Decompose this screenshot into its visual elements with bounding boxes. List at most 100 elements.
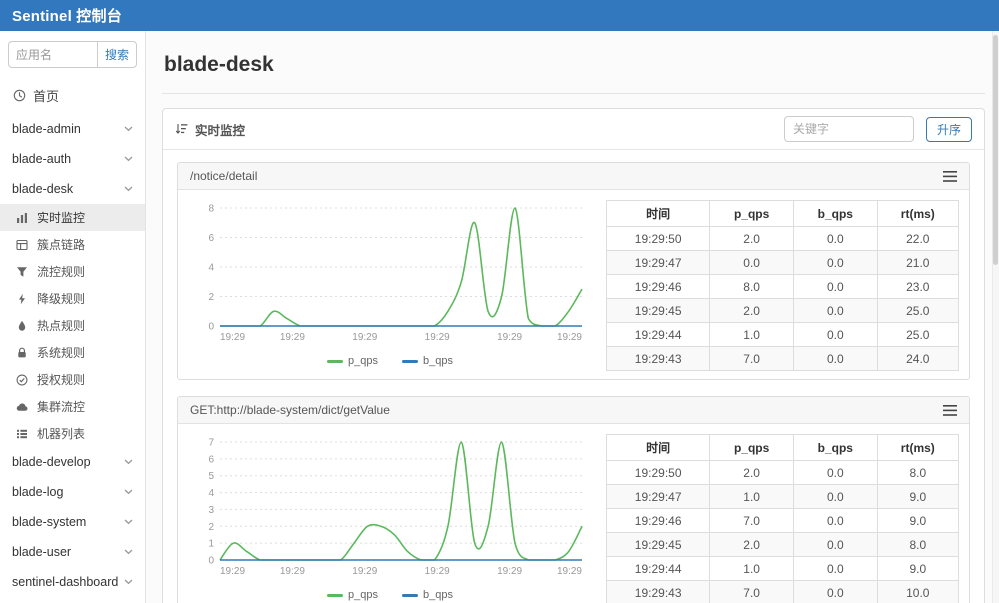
sidebar-submenu: 实时监控簇点链路流控规则降级规则热点规则系统规则授权规则集群流控机器列表 <box>0 204 145 447</box>
table-cell: 0.0 <box>793 485 877 509</box>
scrollbar-thumb[interactable] <box>993 35 998 265</box>
svg-text:1: 1 <box>208 539 214 550</box>
table-cell: 0.0 <box>793 227 877 251</box>
hotspot-icon <box>15 320 29 332</box>
sidebar-item-系统规则[interactable]: 系统规则 <box>0 339 145 366</box>
svg-text:19:29: 19:29 <box>280 566 305 577</box>
table-cell: 0.0 <box>793 275 877 299</box>
sidebar-item-簇点链路[interactable]: 簇点链路 <box>0 231 145 258</box>
table-row: 19:29:467.00.09.0 <box>607 509 959 533</box>
legend-mark <box>327 360 343 363</box>
table-row: 19:29:441.00.025.0 <box>607 323 959 347</box>
sidebar-item-授权规则[interactable]: 授权规则 <box>0 366 145 393</box>
sidebar-app-blade-admin[interactable]: blade-admin <box>0 114 145 144</box>
app-search-group: 搜索 <box>8 41 137 68</box>
cloud-icon <box>15 401 29 413</box>
svg-text:19:29: 19:29 <box>557 566 582 577</box>
sidebar-item-降级规则[interactable]: 降级规则 <box>0 285 145 312</box>
monitor-panel-title: 实时监控 <box>195 120 245 139</box>
monitor-panel-body: /notice/detail0246819:2919:2919:2919:291… <box>163 150 984 603</box>
sidebar-app-blade-develop[interactable]: blade-develop <box>0 447 145 477</box>
table-cell: 19:29:47 <box>607 485 710 509</box>
app-title: Sentinel 控制台 <box>12 5 122 26</box>
sidebar-item-热点规则[interactable]: 热点规则 <box>0 312 145 339</box>
table-cell: 1.0 <box>710 557 794 581</box>
table-cell: 2.0 <box>710 299 794 323</box>
table-cell: 0.0 <box>793 299 877 323</box>
sidebar-app-label: blade-log <box>12 485 63 499</box>
resource-card-header: GET:http://blade-system/dict/getValue <box>178 397 969 424</box>
chevron-down-icon <box>124 519 133 525</box>
svg-text:2: 2 <box>208 292 214 303</box>
table-cell: 1.0 <box>710 485 794 509</box>
table-row: 19:29:452.00.025.0 <box>607 299 959 323</box>
table-cell: 10.0 <box>877 581 958 603</box>
sidebar-app-sentinel-dashboard[interactable]: sentinel-dashboard <box>0 567 145 597</box>
table-header-cell: rt(ms) <box>877 435 958 461</box>
title-divider <box>162 93 985 94</box>
sidebar-app-blade-auth[interactable]: blade-auth <box>0 144 145 174</box>
qps-chart-svg: 0246819:2919:2919:2919:2919:2919:29 <box>188 200 592 348</box>
table-cell: 21.0 <box>877 251 958 275</box>
menu-icon[interactable] <box>943 171 957 182</box>
scrollbar[interactable] <box>992 31 999 603</box>
chevron-down-icon <box>124 156 133 162</box>
sidebar-item-label: 集群流控 <box>37 398 85 415</box>
chevron-down-icon <box>124 126 133 132</box>
sidebar-app-blade-system[interactable]: blade-system <box>0 507 145 537</box>
app-search-input[interactable] <box>8 41 98 68</box>
svg-text:3: 3 <box>208 505 214 516</box>
svg-text:4: 4 <box>208 263 214 274</box>
keyword-input[interactable] <box>784 116 914 142</box>
svg-text:19:29: 19:29 <box>352 566 377 577</box>
svg-text:19:29: 19:29 <box>220 566 245 577</box>
legend-item-p_qps[interactable]: p_qps <box>327 355 378 367</box>
sidebar-item-集群流控[interactable]: 集群流控 <box>0 393 145 420</box>
sidebar-app-list: blade-admin blade-authblade-desk实时监控簇点链路流… <box>0 114 145 597</box>
legend-item-b_qps[interactable]: b_qps <box>402 355 453 367</box>
table-row: 19:29:470.00.021.0 <box>607 251 959 275</box>
sidebar-item-label: 机器列表 <box>37 425 85 442</box>
table-header-cell: p_qps <box>710 201 794 227</box>
table-row: 19:29:441.00.09.0 <box>607 557 959 581</box>
sidebar-item-home[interactable]: 首页 <box>0 78 145 114</box>
clock-icon <box>12 89 26 102</box>
table-cell: 8.0 <box>877 461 958 485</box>
chevron-down-icon <box>124 579 133 585</box>
sort-order-button[interactable]: 升序 <box>926 117 972 142</box>
auth-icon <box>15 374 29 386</box>
resource-card: /notice/detail0246819:2919:2919:2919:291… <box>177 162 970 380</box>
svg-text:0: 0 <box>208 322 214 333</box>
legend-mark <box>327 594 343 597</box>
cluster-link-icon <box>15 239 29 251</box>
sidebar-app-blade-user[interactable]: blade-user <box>0 537 145 567</box>
sidebar-app-blade-log[interactable]: blade-log <box>0 477 145 507</box>
legend-item-p_qps[interactable]: p_qps <box>327 589 378 601</box>
svg-text:19:29: 19:29 <box>352 332 377 343</box>
sidebar-item-label: 簇点链路 <box>37 236 85 253</box>
resource-card: GET:http://blade-system/dict/getValue012… <box>177 396 970 603</box>
sidebar-app-blade-desk[interactable]: blade-desk <box>0 174 145 204</box>
app-search-button[interactable]: 搜索 <box>98 41 137 68</box>
svg-text:19:29: 19:29 <box>497 566 522 577</box>
sidebar-item-实时监控[interactable]: 实时监控 <box>0 204 145 231</box>
table-cell: 8.0 <box>877 533 958 557</box>
menu-icon[interactable] <box>943 405 957 416</box>
sidebar-app-label: blade-admin <box>12 122 81 136</box>
table-cell: 19:29:44 <box>607 323 710 347</box>
table-cell: 0.0 <box>793 533 877 557</box>
table-cell: 0.0 <box>793 461 877 485</box>
sidebar-item-机器列表[interactable]: 机器列表 <box>0 420 145 447</box>
sidebar-item-流控规则[interactable]: 流控规则 <box>0 258 145 285</box>
legend-item-b_qps[interactable]: b_qps <box>402 589 453 601</box>
sidebar-app-label: sentinel-dashboard <box>12 575 118 589</box>
table-header-cell: b_qps <box>793 435 877 461</box>
table-cell: 9.0 <box>877 509 958 533</box>
qps-table: 时间p_qpsb_qpsrt(ms)19:29:502.00.08.019:29… <box>606 434 959 603</box>
sidebar-home-label: 首页 <box>33 86 59 105</box>
filter-icon <box>15 266 29 278</box>
table-row: 19:29:502.00.08.0 <box>607 461 959 485</box>
table-cell: 8.0 <box>710 275 794 299</box>
legend-label: b_qps <box>423 355 453 367</box>
qps-chart: 0123456719:2919:2919:2919:2919:2919:29p_… <box>188 434 592 601</box>
